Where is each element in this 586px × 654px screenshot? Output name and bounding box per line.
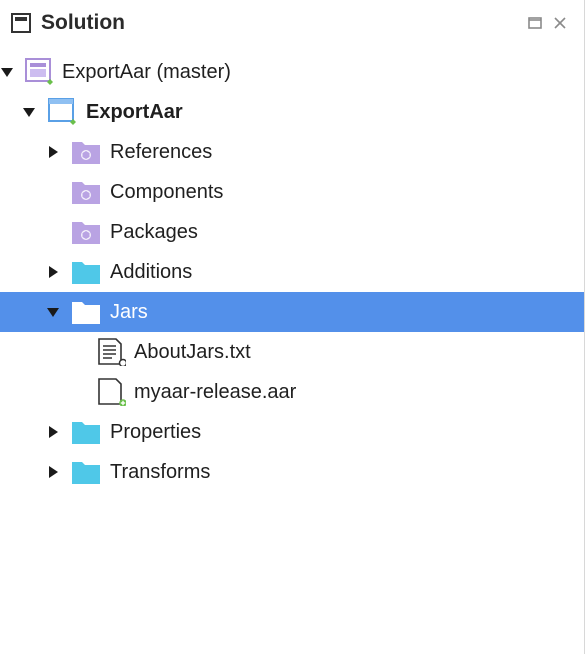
- tree-item-aboutjars[interactable]: AboutJars.txt: [0, 332, 584, 372]
- expanded-arrow-icon[interactable]: [22, 105, 36, 119]
- collapsed-arrow-icon[interactable]: [46, 265, 60, 279]
- collapsed-arrow-icon[interactable]: [46, 145, 60, 159]
- tree-item-jars[interactable]: Jars: [0, 292, 584, 332]
- tree-item-packages[interactable]: Packages: [0, 212, 584, 252]
- tree-item-label: Jars: [110, 301, 148, 323]
- tree-item-myaar-release[interactable]: myaar-release.aar: [0, 372, 584, 412]
- maximize-icon[interactable]: [527, 15, 543, 31]
- components-folder-icon: [72, 182, 100, 204]
- collapsed-arrow-icon[interactable]: [46, 465, 60, 479]
- panel-title: Solution: [41, 11, 125, 34]
- folder-icon: [72, 422, 100, 444]
- project-icon: [48, 98, 76, 125]
- tree-item-label: ExportAar (master): [62, 61, 231, 83]
- tree-item-properties[interactable]: Properties: [0, 412, 584, 452]
- tree-item-label: AboutJars.txt: [134, 341, 251, 363]
- solution-icon: [25, 58, 53, 85]
- tree-item-additions[interactable]: Additions: [0, 252, 584, 292]
- tree-item-label: References: [110, 141, 213, 163]
- close-icon[interactable]: [552, 15, 568, 31]
- folder-icon: [72, 462, 100, 484]
- tree-item-label: Properties: [110, 421, 202, 443]
- tree-item-label: ExportAar: [86, 101, 183, 123]
- tree-item-label: Transforms: [110, 461, 211, 483]
- panel-header: Solution: [0, 0, 584, 46]
- folder-icon: [72, 302, 100, 324]
- tree-item-label: Packages: [110, 221, 198, 243]
- file-icon: [98, 378, 126, 406]
- tree-item-references[interactable]: References: [0, 132, 584, 172]
- solution-panel-icon: [11, 13, 31, 33]
- tree-item-label: myaar-release.aar: [134, 381, 297, 403]
- folder-icon: [72, 262, 100, 284]
- tree-item-label: Additions: [110, 261, 193, 283]
- tree-item-transforms[interactable]: Transforms: [0, 452, 584, 492]
- tree-item-solution[interactable]: ExportAar (master): [0, 52, 584, 92]
- solution-panel: Solution ExportAar (master) ExportAar Re…: [0, 0, 585, 654]
- tree-item-components[interactable]: Components: [0, 172, 584, 212]
- expanded-arrow-icon[interactable]: [46, 305, 60, 319]
- collapsed-arrow-icon[interactable]: [46, 425, 60, 439]
- packages-folder-icon: [72, 222, 100, 244]
- text-file-icon: [98, 338, 126, 366]
- tree-item-project[interactable]: ExportAar: [0, 92, 584, 132]
- expanded-arrow-icon[interactable]: [0, 65, 14, 79]
- references-folder-icon: [72, 142, 100, 164]
- tree-item-label: Components: [110, 181, 224, 203]
